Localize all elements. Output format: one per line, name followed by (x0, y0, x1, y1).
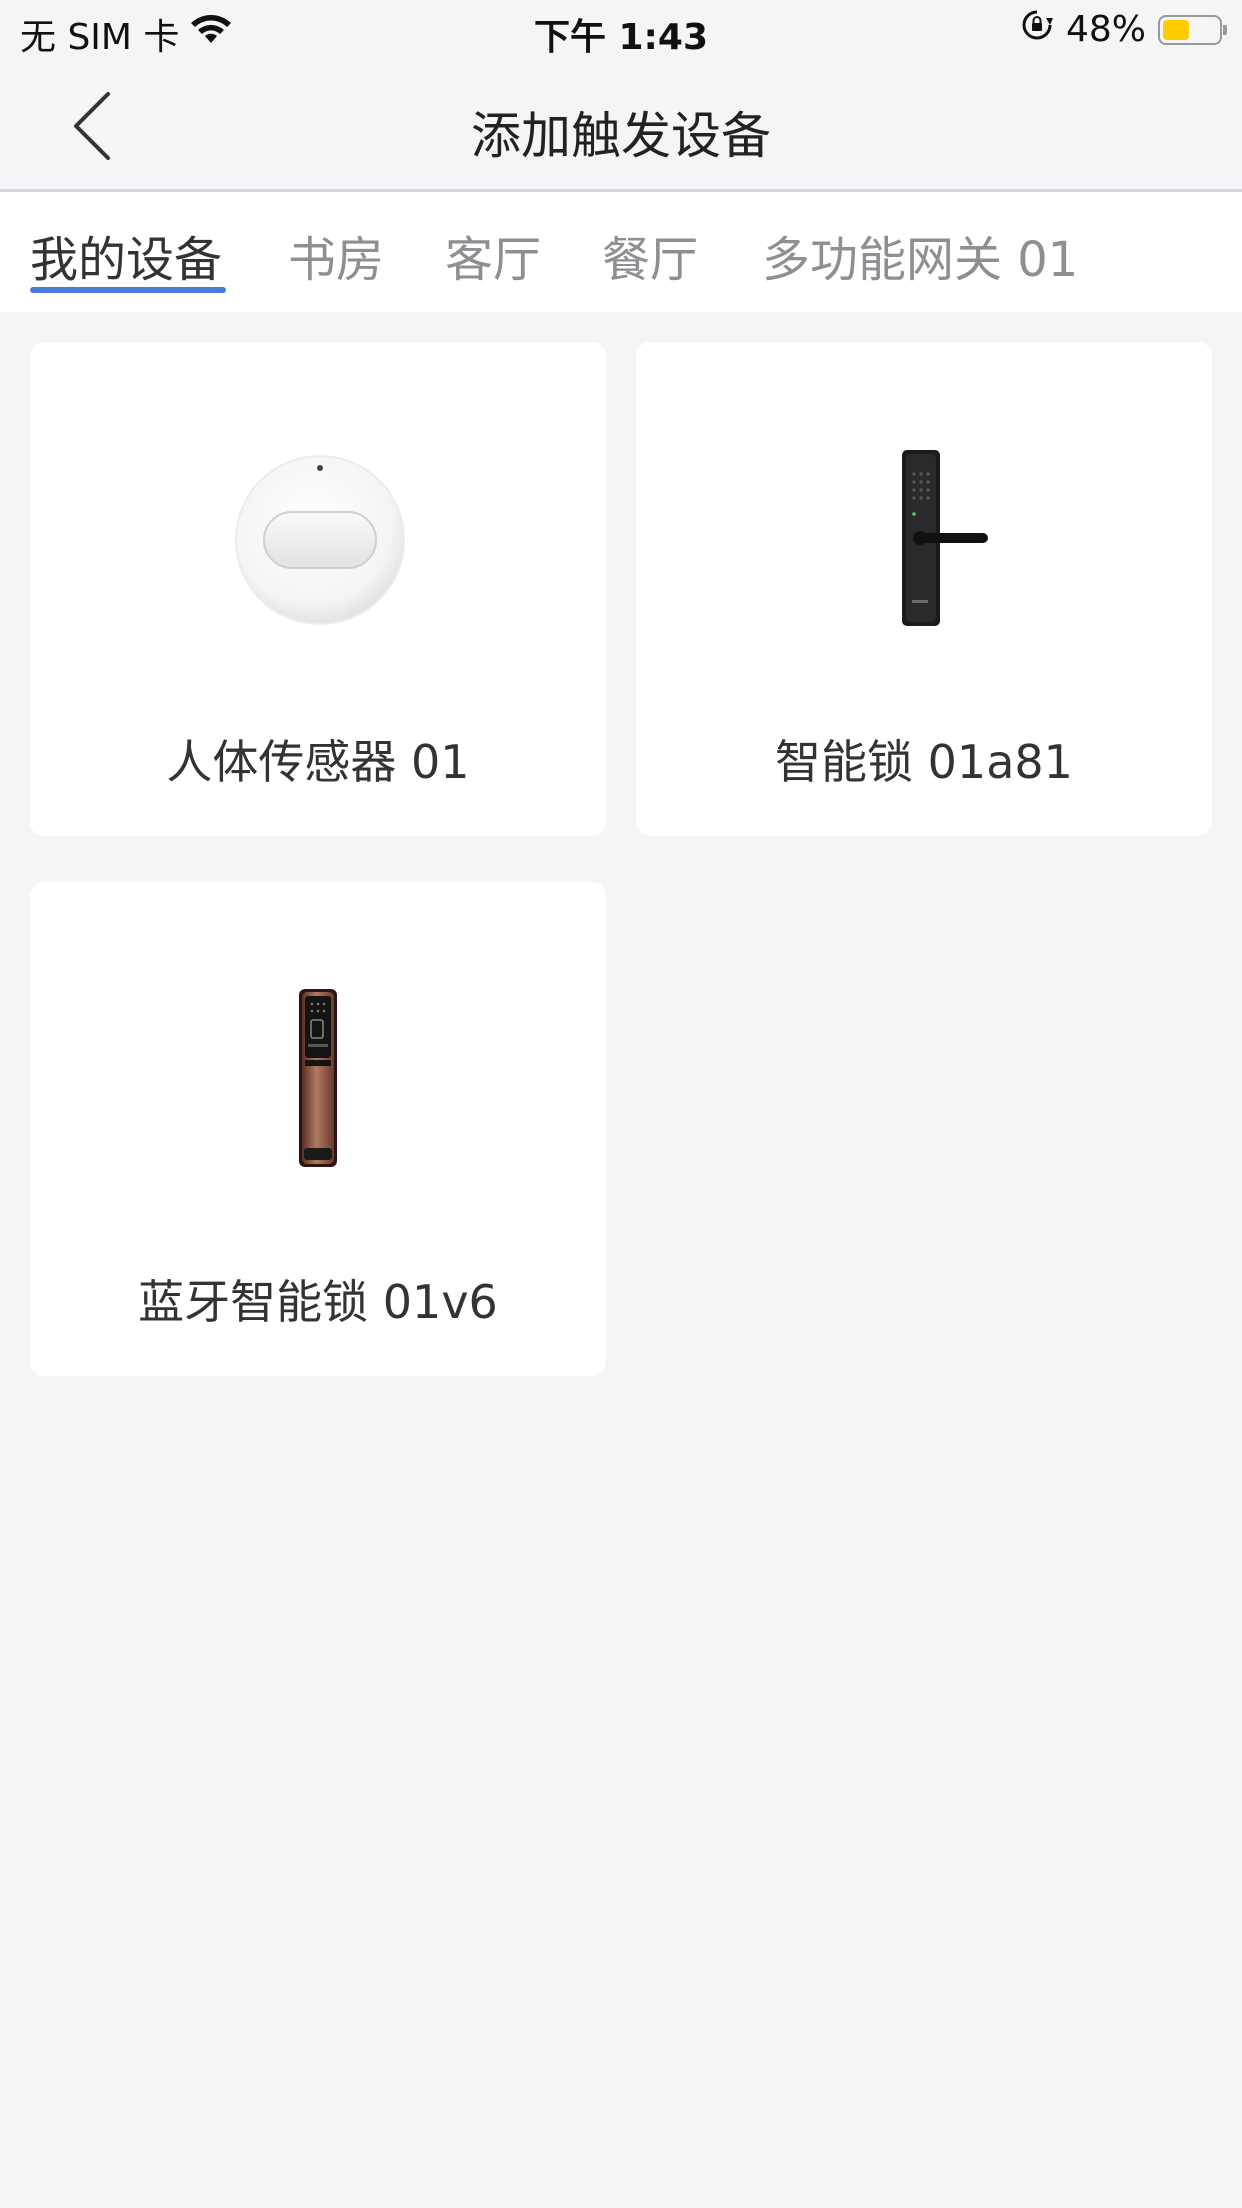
status-bar: 无 SIM 卡 下午 1:43 48% (0, 0, 1242, 62)
tab-living-room[interactable]: 客厅 (445, 220, 541, 290)
battery-percent: 48% (1065, 9, 1146, 50)
device-card-bluetooth-lock[interactable]: 蓝牙智能锁 01v6 (30, 882, 606, 1376)
page-title: 添加触发设备 (471, 107, 771, 165)
tab-gateway[interactable]: 多功能网关 01 (762, 220, 1078, 290)
tab-study[interactable]: 书房 (288, 220, 384, 290)
bluetooth-lock-image (298, 988, 338, 1172)
room-tabs: 我的设备 书房 客厅 餐厅 多功能网关 01 (0, 192, 1242, 312)
device-card-motion-sensor[interactable]: 人体传感器 01 (30, 342, 606, 836)
device-card-smart-lock[interactable]: 智能锁 01a81 (636, 342, 1212, 836)
device-name: 智能锁 01a81 (775, 735, 1073, 789)
tab-dining-room[interactable]: 餐厅 (602, 220, 698, 290)
device-name: 蓝牙智能锁 01v6 (138, 1275, 498, 1329)
battery-fill (1163, 19, 1189, 40)
motion-sensor-image (234, 454, 406, 630)
smart-lock-image (898, 448, 990, 632)
device-name: 人体传感器 01 (166, 735, 470, 789)
orientation-lock-icon (1020, 8, 1054, 51)
battery-icon (1158, 14, 1227, 45)
navigation-bar: 添加触发设备 (0, 62, 1242, 192)
active-tab-indicator (30, 287, 226, 293)
tab-my-devices[interactable]: 我的设备 (30, 220, 222, 290)
status-right: 48% (1020, 8, 1227, 51)
